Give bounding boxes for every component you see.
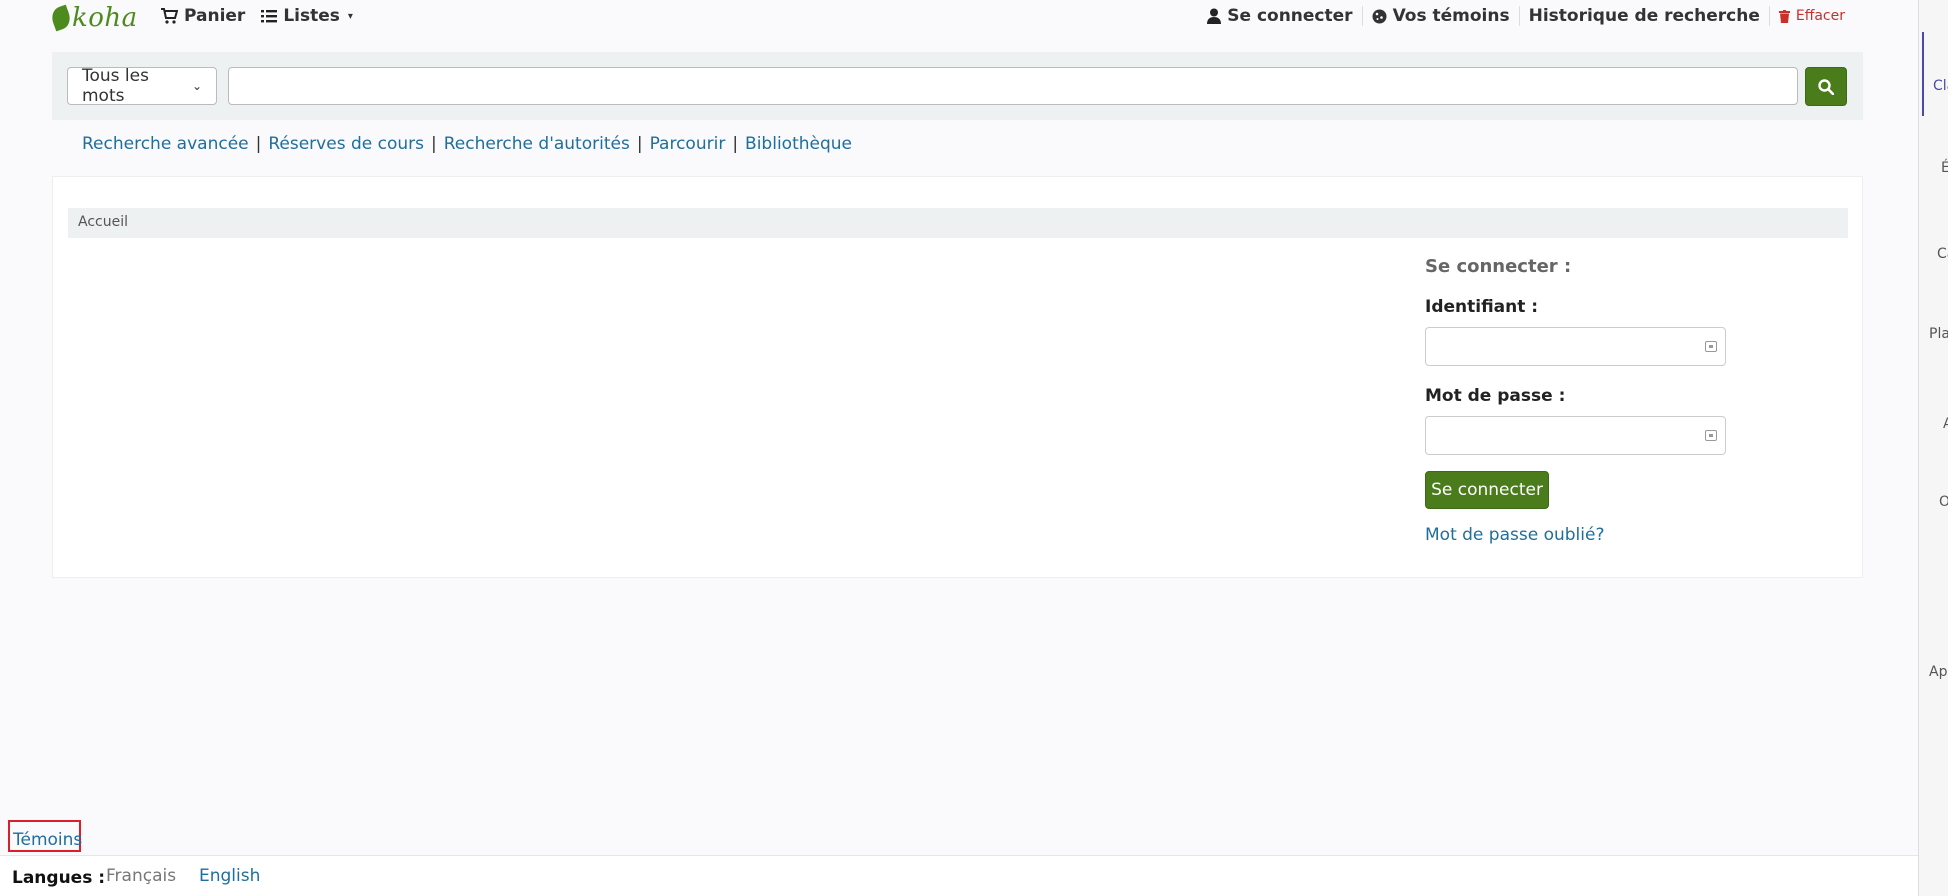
top-navbar: koha Panier Listes ▾ Se connecter Vos té…: [0, 0, 1918, 36]
search-button[interactable]: [1805, 67, 1847, 106]
cookies-link[interactable]: Vos témoins: [1363, 6, 1520, 26]
search-bar: Tous les mots ⌄: [52, 52, 1863, 120]
language-current: Français: [106, 866, 177, 886]
login-submit-button[interactable]: Se connecter: [1425, 471, 1549, 509]
sidebar-tab[interactable]: A: [1943, 416, 1948, 432]
lists-dropdown[interactable]: Listes ▾: [261, 6, 353, 26]
authority-search-link[interactable]: Recherche d'autorités: [444, 134, 630, 154]
list-icon: [261, 10, 278, 23]
breadcrumb-home[interactable]: Accueil: [78, 214, 128, 230]
caret-down-icon: ▾: [347, 10, 353, 22]
secondary-links: Recherche avancée | Réserves de cours | …: [82, 134, 852, 154]
login-form: Se connecter : Identifiant : Mot de pass…: [1425, 252, 1745, 545]
cart-label: Panier: [184, 6, 246, 26]
login-label: Se connecter: [1227, 6, 1353, 26]
cookies-label: Vos témoins: [1392, 6, 1510, 26]
clear-label: Effacer: [1795, 8, 1845, 24]
password-label: Mot de passe :: [1425, 386, 1566, 406]
password-field[interactable]: [1425, 416, 1726, 455]
advanced-search-link[interactable]: Recherche avancée: [82, 134, 249, 154]
userid-field[interactable]: [1425, 327, 1726, 366]
search-input[interactable]: [228, 67, 1798, 105]
separator: |: [732, 134, 739, 154]
separator: |: [255, 134, 262, 154]
userid-label: Identifiant :: [1425, 297, 1539, 317]
clear-history-link[interactable]: Effacer: [1770, 8, 1854, 24]
search-scope-value: Tous les mots: [82, 66, 149, 106]
search-history-link[interactable]: Historique de recherche: [1520, 6, 1770, 26]
sidebar-tab[interactable]: É: [1941, 160, 1948, 176]
sidebar-tab[interactable]: App: [1929, 664, 1948, 680]
library-link[interactable]: Bibliothèque: [745, 134, 852, 154]
trash-icon: [1778, 9, 1790, 23]
languages-label: Langues :: [12, 868, 106, 888]
sidebar-tab[interactable]: Ca: [1937, 246, 1948, 262]
footer: Langues : Français English: [0, 855, 1918, 896]
separator: |: [636, 134, 643, 154]
koha-logo[interactable]: koha: [48, 2, 138, 34]
key-icon: [1705, 341, 1717, 352]
course-reserves-link[interactable]: Réserves de cours: [268, 134, 424, 154]
nav-right: Se connecter Vos témoins Historique de r…: [1198, 6, 1854, 26]
forgot-password-link[interactable]: Mot de passe oublié?: [1425, 525, 1745, 545]
sidebar-tab[interactable]: Cla: [1933, 78, 1948, 94]
login-link[interactable]: Se connecter: [1198, 6, 1363, 26]
brand-wordmark: koha: [72, 3, 138, 33]
search-icon: [1818, 78, 1834, 95]
active-indicator: [1922, 32, 1924, 116]
right-sidebar: Cla É Ca Pla A O App: [1918, 0, 1948, 896]
user-icon: [1207, 8, 1222, 24]
lists-label: Listes: [283, 6, 340, 26]
breadcrumb: Accueil: [68, 208, 1848, 238]
language-english-link[interactable]: English: [199, 866, 260, 886]
search-scope-select[interactable]: Tous les mots ⌄: [67, 66, 217, 106]
cookies-footer-link[interactable]: Témoins: [8, 820, 82, 852]
cookie-icon: [1372, 9, 1387, 23]
chevron-down-icon: ⌄: [191, 79, 202, 93]
nav-left: Panier Listes ▾: [160, 6, 353, 26]
separator: |: [430, 134, 437, 154]
cart-icon: [161, 8, 178, 24]
sidebar-tab[interactable]: Pla: [1929, 326, 1948, 342]
browse-link[interactable]: Parcourir: [650, 134, 726, 154]
main-panel: Accueil Se connecter : Identifiant : Mot…: [52, 176, 1863, 578]
login-title: Se connecter :: [1425, 256, 1572, 277]
sidebar-tab[interactable]: O: [1939, 494, 1948, 510]
leaf-icon: [48, 4, 74, 32]
search-history-label: Historique de recherche: [1528, 6, 1760, 26]
key-icon: [1705, 430, 1717, 441]
cart-button[interactable]: Panier: [160, 6, 245, 26]
